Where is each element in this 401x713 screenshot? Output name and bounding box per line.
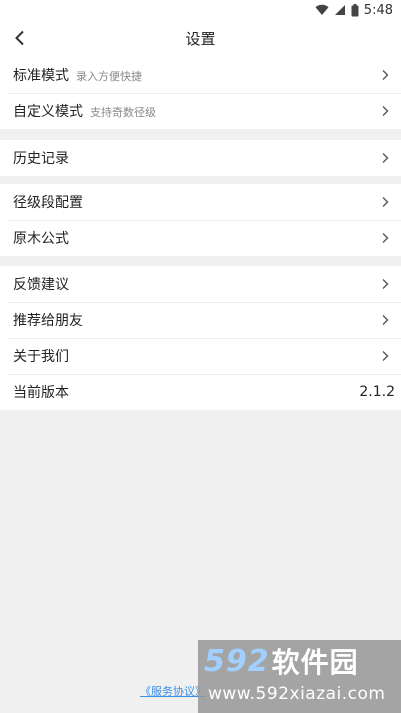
row-title: 历史记录 xyxy=(13,151,69,167)
row-subtitle: 支持奇数径级 xyxy=(90,105,156,119)
row-history[interactable]: 历史记录 xyxy=(0,140,401,176)
row-current-version: 当前版本 2.1.2 xyxy=(0,374,401,410)
watermark-url: www.592xiazai.com xyxy=(208,684,386,704)
chevron-left-icon xyxy=(15,30,24,46)
chevron-right-icon xyxy=(382,279,389,289)
row-title: 反馈建议 xyxy=(13,277,69,293)
service-agreement-link[interactable]: 《服务协议》 xyxy=(140,683,206,699)
chevron-right-icon xyxy=(382,153,389,163)
row-log-formula[interactable]: 原木公式 xyxy=(0,220,401,256)
watermark: 592 软件园 www.592xiazai.com xyxy=(198,640,401,713)
status-bar: 5:48 xyxy=(0,0,401,20)
row-title: 当前版本 xyxy=(13,385,69,401)
row-feedback[interactable]: 反馈建议 xyxy=(0,266,401,302)
row-title: 径级段配置 xyxy=(13,195,83,211)
battery-icon xyxy=(351,3,359,16)
page-title: 设置 xyxy=(185,30,216,48)
back-button[interactable] xyxy=(8,26,32,50)
settings-group-history: 历史记录 xyxy=(0,140,401,176)
row-custom-mode[interactable]: 自定义模式 支持奇数径级 xyxy=(0,93,401,129)
settings-group-modes: 标准模式 录入方便快捷 自定义模式 支持奇数径级 xyxy=(0,57,401,129)
watermark-name: 软件园 xyxy=(271,646,359,679)
chevron-right-icon xyxy=(382,70,389,80)
chevron-right-icon xyxy=(382,233,389,243)
watermark-number: 592 xyxy=(204,643,270,679)
app-bar: 设置 xyxy=(0,20,401,57)
row-standard-mode[interactable]: 标准模式 录入方便快捷 xyxy=(0,57,401,93)
row-recommend[interactable]: 推荐给朋友 xyxy=(0,302,401,338)
row-title: 自定义模式 xyxy=(13,104,83,120)
row-title: 推荐给朋友 xyxy=(13,313,83,329)
row-about-us[interactable]: 关于我们 xyxy=(0,338,401,374)
status-time: 5:48 xyxy=(363,2,393,18)
chevron-right-icon xyxy=(382,197,389,207)
row-subtitle: 录入方便快捷 xyxy=(76,69,142,83)
row-title: 标准模式 xyxy=(13,68,69,84)
watermark-logo: 592 软件园 xyxy=(204,643,359,680)
chevron-right-icon xyxy=(382,106,389,116)
chevron-right-icon xyxy=(382,351,389,361)
row-diameter-config[interactable]: 径级段配置 xyxy=(0,184,401,220)
chevron-right-icon xyxy=(382,315,389,325)
settings-group-config: 径级段配置 原木公式 xyxy=(0,184,401,256)
row-title: 原木公式 xyxy=(13,231,69,247)
version-value: 2.1.2 xyxy=(359,384,395,400)
settings-group-about: 反馈建议 推荐给朋友 关于我们 当前版本 2.1.2 xyxy=(0,266,401,410)
wifi-icon xyxy=(315,4,329,16)
cell-signal-icon xyxy=(334,5,345,15)
row-title: 关于我们 xyxy=(13,349,69,365)
